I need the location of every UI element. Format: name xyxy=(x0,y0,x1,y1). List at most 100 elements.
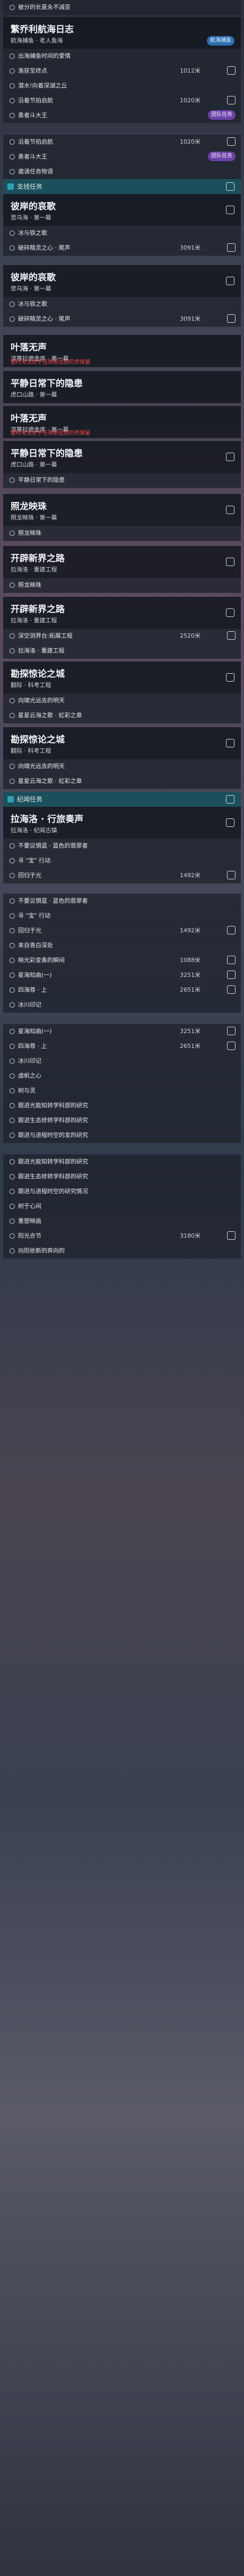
quest-step-row[interactable]: 出海捕鱼时间的爱情 xyxy=(3,49,241,64)
quest-step-row[interactable]: 树与灵 xyxy=(3,1083,241,1099)
quest-card[interactable]: 彼岸的哀歌 悲乌海 · 第一幕 xyxy=(3,194,241,226)
quest-step-row[interactable]: 寻 "宝" 行动 xyxy=(3,853,241,869)
chevron-up-icon[interactable] xyxy=(226,558,234,566)
quest-step-row[interactable]: 树于心间 xyxy=(3,1199,241,1214)
navigate-icon[interactable] xyxy=(227,956,236,964)
chevron-up-icon[interactable] xyxy=(226,739,234,747)
quest-step-row[interactable]: 沿着节拍启航 1020米 xyxy=(3,135,241,150)
quest-step-row[interactable]: 勇者斗大王 团队任务 xyxy=(3,108,241,123)
quest-step-row[interactable]: 跟进生态修转学科部的研究 xyxy=(3,1113,241,1128)
quest-step-row[interactable]: 邀请任务物语 xyxy=(3,164,241,180)
quest-step-row[interactable]: 跟进光能知转学科部的研究 xyxy=(3,1154,241,1170)
row-bullet-icon xyxy=(10,648,15,654)
quest-step-row[interactable]: 跟进与进程时空的研究情况 xyxy=(3,1184,241,1199)
quest-step-row[interactable]: 寻 "宝" 行动 xyxy=(3,908,241,924)
quest-step-row[interactable]: 不要议惧蓝 · 蓝色的翡翠者 xyxy=(3,894,241,909)
quest-card[interactable]: 叶落无声 滨寒拉德金库 · 第一幕 暂时无法处于任务前往后仍然保留 xyxy=(3,335,241,367)
quest-step-row[interactable]: 破碎精灵之心 · 尾声 3091米 xyxy=(3,241,241,256)
quest-step-row[interactable]: 回归于光 1492米 xyxy=(3,868,241,884)
section-header-side-quests[interactable]: 支线任务 xyxy=(3,179,241,194)
quest-step-row[interactable]: 渔获至终点 1012米 xyxy=(3,64,241,79)
chevron-up-icon[interactable] xyxy=(226,206,234,214)
quest-step-row[interactable]: 向啸光远去的明天 xyxy=(3,693,241,709)
chevron-up-icon[interactable] xyxy=(226,673,234,682)
chevron-up-icon[interactable] xyxy=(226,506,234,514)
quest-step-row[interactable]: 回归于光 1492米 xyxy=(3,923,241,939)
row-label: 破碎精灵之心 · 尾声 xyxy=(18,315,71,322)
quest-step-row[interactable]: 平静日常下的隐患 xyxy=(3,473,241,488)
chevron-up-icon[interactable] xyxy=(226,453,234,461)
quest-step-row[interactable]: 冰与铁之歌 xyxy=(3,297,241,312)
quest-step-row[interactable]: 映光彩变奏的瞬间 1088米 xyxy=(3,953,241,968)
chevron-up-icon[interactable] xyxy=(226,795,234,804)
row-label: 破碎精灵之心 · 尾声 xyxy=(18,244,71,251)
quest-step-row[interactable]: 向阳依新的奔向的 xyxy=(3,1243,241,1259)
chevron-up-icon[interactable] xyxy=(226,182,234,191)
quest-step-row[interactable]: 虐帆之心 xyxy=(3,1069,241,1084)
navigate-icon[interactable] xyxy=(227,96,236,104)
quest-card[interactable]: 拉海洛 · 行旅奏声 拉海洛 · 纪闻古镇 xyxy=(3,807,241,839)
quest-card[interactable]: 照龙映珠 照龙映珠 · 第一幕 xyxy=(3,494,241,526)
navigate-icon[interactable] xyxy=(227,66,236,75)
quest-step-row[interactable]: 跟进与进程时空的发的研究 xyxy=(3,1128,241,1143)
navigate-icon[interactable] xyxy=(227,1231,236,1240)
row-label: 跟进与进程时空的发的研究 xyxy=(18,1132,88,1139)
quest-step-row[interactable]: 破碎精灵之心 · 尾声 3091米 xyxy=(3,312,241,327)
row-label: 寻 "宝" 行动 xyxy=(18,912,51,919)
quest-step-row[interactable]: 冰与铁之歌 xyxy=(3,226,241,241)
chevron-up-icon[interactable] xyxy=(226,818,234,827)
navigate-icon[interactable] xyxy=(227,971,236,979)
quest-step-row[interactable]: 四海尊 · 上 2651米 xyxy=(3,1039,241,1054)
quest-step-row[interactable]: 照龙映珠 xyxy=(3,526,241,541)
navigate-icon[interactable] xyxy=(227,1027,236,1035)
navigate-icon[interactable] xyxy=(227,985,236,994)
quest-step-row[interactable]: 深空测界台:拓展工程 2520米 xyxy=(3,629,241,644)
quest-step-row[interactable]: 来自青白深处 xyxy=(3,938,241,954)
navigate-icon[interactable] xyxy=(227,314,236,323)
top-partial-row[interactable]: 被分的长夏永不减亚 xyxy=(3,0,241,15)
navigate-icon[interactable] xyxy=(227,871,236,879)
quest-step-row[interactable]: 跟进光能知转学科部的研究 xyxy=(3,1098,241,1114)
chevron-up-icon[interactable] xyxy=(226,608,234,617)
section-header-lore-quests[interactable]: 纪闻任务 xyxy=(3,792,241,807)
chevron-up-icon[interactable] xyxy=(226,277,234,285)
row-bullet-icon xyxy=(10,478,15,483)
quest-card[interactable]: 开辟新界之路 拉海洛 · 重建工程 xyxy=(3,597,241,629)
row-bullet-icon xyxy=(10,898,15,904)
row-label: 回归于光 xyxy=(18,872,41,879)
quest-step-row[interactable]: 照龙映珠 xyxy=(3,578,241,593)
quest-step-row[interactable]: 冰川印记 xyxy=(3,998,241,1013)
quest-subtitle: 翻际 · 科考工程 xyxy=(11,682,51,689)
quest-step-row[interactable]: 拉海洛 · 重建工程 xyxy=(3,643,241,659)
quest-step-row[interactable]: 冰川印记 xyxy=(3,1054,241,1069)
quest-step-row[interactable]: 重塑映画 xyxy=(3,1214,241,1229)
navigate-icon[interactable] xyxy=(227,926,236,934)
quest-card[interactable]: 平静日常下的隐患 虎口山路 · 第一幕 xyxy=(3,441,241,473)
navigate-icon[interactable] xyxy=(227,631,236,640)
row-distance: 2651米 xyxy=(180,1043,201,1049)
quest-step-row[interactable]: 沿着节拍启航 1020米 xyxy=(3,93,241,109)
quest-card[interactable]: 叶落无声 滨寒拉德金库 · 第一幕 暂时无法处于任务前往后仍然保留 xyxy=(3,406,241,438)
quest-step-row[interactable]: 潜水!向着深湖之丘 xyxy=(3,78,241,94)
quest-subtitle: 照龙映珠 · 第一幕 xyxy=(11,514,57,521)
quest-step-row[interactable]: 向啸光远去的明天 xyxy=(3,759,241,774)
navigate-icon[interactable] xyxy=(227,1042,236,1050)
quest-step-row[interactable]: 阳光亦节 3180米 xyxy=(3,1229,241,1244)
quest-card[interactable]: 开辟新界之路 拉海洛 · 重建工程 xyxy=(3,546,241,578)
quest-step-row[interactable]: 不要议惧蓝 · 蓝色的翡翠者 xyxy=(3,839,241,854)
quest-card[interactable]: 勘探惊论之城 翻际 · 科考工程 xyxy=(3,727,241,760)
quest-card[interactable]: 勘探惊论之城 翻际 · 科考工程 xyxy=(3,661,241,694)
quest-card[interactable]: 繁乔利航海日志 航海捕鱼 · 老人鱼海 航海捕鱼 xyxy=(3,17,241,49)
quest-card[interactable]: 彼岸的哀歌 悲乌海 · 第一幕 xyxy=(3,265,241,297)
row-bullet-icon xyxy=(10,98,15,103)
quest-step-row[interactable]: 星星云海之歌 · 虹彩之章 xyxy=(3,774,241,789)
navigate-icon[interactable] xyxy=(227,137,236,146)
quest-step-row[interactable]: 星星云海之歌 · 虹彩之章 xyxy=(3,708,241,724)
quest-step-row[interactable]: 星海知曲(一) 3251米 xyxy=(3,1024,241,1039)
navigate-icon[interactable] xyxy=(227,243,236,252)
quest-step-row[interactable]: 星海知曲(一) 3251米 xyxy=(3,968,241,983)
quest-card[interactable]: 平静日常下的隐患 虎口山路 · 第一幕 xyxy=(3,371,241,403)
quest-step-row[interactable]: 跟进生态修转学科部的研究 xyxy=(3,1169,241,1185)
quest-step-row[interactable]: 勇者斗大王 团队任务 xyxy=(3,149,241,165)
quest-step-row[interactable]: 四海尊 · 上 2651米 xyxy=(3,983,241,998)
